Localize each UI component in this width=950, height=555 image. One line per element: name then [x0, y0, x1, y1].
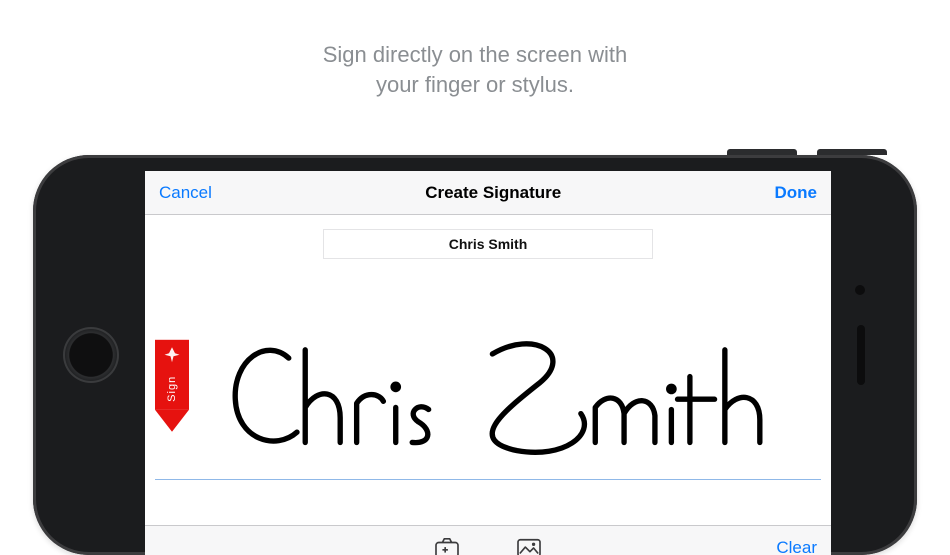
tagline-line-1: Sign directly on the screen with — [323, 42, 628, 67]
typed-name-value: Chris Smith — [449, 236, 528, 252]
device-frame: Cancel Create Signature Done Chris Smith… — [33, 155, 917, 555]
tagline-line-2: your finger or stylus. — [376, 72, 574, 97]
signature-canvas[interactable]: Sign — [145, 299, 831, 515]
earpiece-speaker — [857, 325, 865, 385]
clear-button[interactable]: Clear — [776, 538, 817, 555]
sign-here-marker: Sign — [155, 340, 189, 436]
signature-baseline — [155, 479, 821, 480]
home-button[interactable] — [63, 327, 119, 383]
signature-content: Chris Smith Sign — [145, 229, 831, 525]
device-screen: Cancel Create Signature Done Chris Smith… — [145, 171, 831, 555]
handwritten-signature — [225, 319, 801, 473]
done-button[interactable]: Done — [775, 183, 818, 203]
adobe-acrobat-icon — [163, 346, 181, 364]
screen-title: Create Signature — [425, 183, 561, 203]
navigation-bar: Cancel Create Signature Done — [145, 171, 831, 215]
camera-icon[interactable] — [434, 537, 460, 555]
cancel-button[interactable]: Cancel — [159, 183, 212, 203]
front-camera — [855, 285, 865, 295]
typed-name-field[interactable]: Chris Smith — [323, 229, 653, 259]
sign-here-label: Sign — [166, 376, 178, 402]
right-edge-fade — [920, 150, 950, 550]
marketing-tagline: Sign directly on the screen with your fi… — [0, 0, 950, 99]
bottom-toolbar: Clear — [145, 525, 831, 555]
image-icon[interactable] — [516, 537, 542, 555]
